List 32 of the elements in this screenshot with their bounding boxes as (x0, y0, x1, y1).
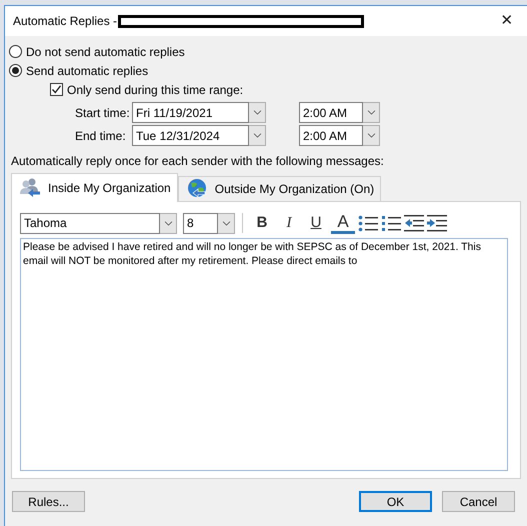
tab[interactable]: Outside My Organization (On) (178, 176, 382, 201)
checkbox[interactable] (50, 83, 63, 96)
italic-button[interactable]: I (277, 212, 301, 234)
radio-label: Do not send automatic replies (26, 44, 185, 60)
radio-label: Send automatic replies (26, 62, 148, 80)
bold-button[interactable]: B (250, 212, 274, 234)
underline-button[interactable]: U (304, 212, 328, 234)
font-field[interactable]: Tahoma (20, 212, 160, 234)
dialog-button[interactable]: Rules... (12, 491, 85, 512)
checkbox-label: Only send during this time range: (67, 82, 244, 98)
bullets-icon[interactable] (358, 214, 378, 232)
message-field[interactable]: Please be advised I have retired and will no longer be with SEPSC as of December 1st, 2021. This email will NOT be monitored after my retirement. Please direct emails to (20, 238, 508, 471)
time-label: End time: (75, 128, 127, 144)
people-icon (18, 177, 42, 199)
window-title: Automatic Replies - (13, 13, 118, 30)
date-field[interactable]: Tue 12/31/2024 (132, 125, 249, 146)
indent-icon[interactable] (427, 214, 447, 232)
ok-button[interactable]: OK (359, 491, 432, 512)
outdent-icon[interactable] (404, 214, 424, 232)
size-field[interactable]: 8 (183, 212, 218, 234)
time-field[interactable]: 2:00 AM (299, 125, 363, 146)
radio-button[interactable] (9, 45, 22, 58)
time-label: Start time: (75, 104, 131, 122)
date-field[interactable]: Fri 11/19/2021 (132, 102, 249, 123)
numbering-icon[interactable] (381, 214, 401, 232)
time-field[interactable]: 2:00 AM (299, 102, 363, 123)
tab[interactable]: Inside My Organization (11, 173, 178, 202)
font-color-button[interactable]: A (331, 212, 355, 234)
close-button[interactable]: ✕ (495, 10, 519, 32)
radio-button[interactable] (9, 64, 22, 77)
section-label: Automatically reply once for each sender with the following messages: (11, 153, 385, 170)
dialog-button[interactable]: Cancel (442, 491, 515, 512)
